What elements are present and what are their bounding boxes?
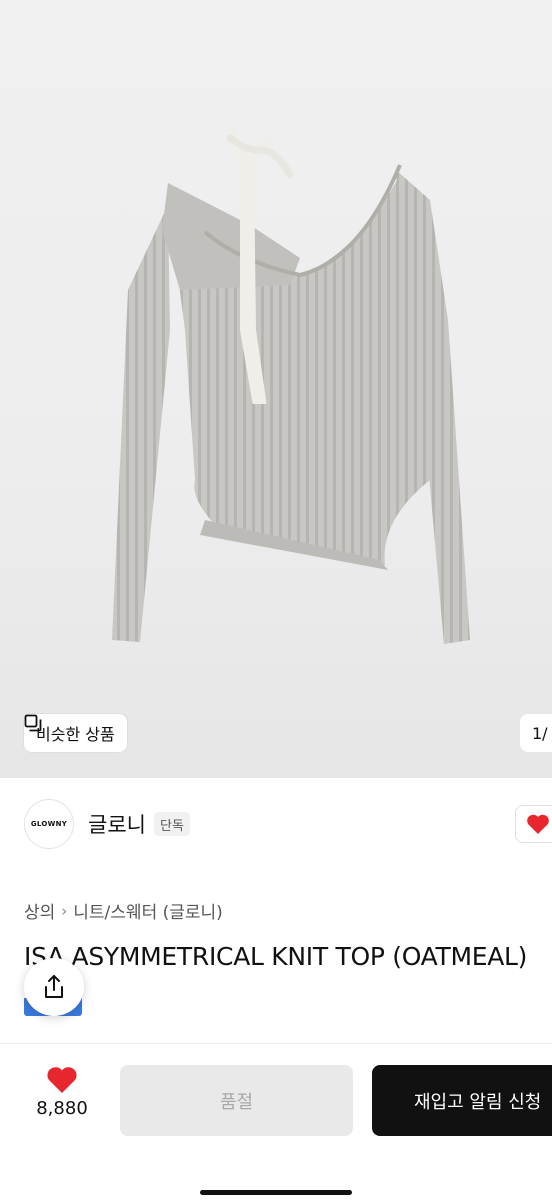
heart-icon <box>47 1067 77 1093</box>
similar-products-button[interactable]: 비슷한 상품 <box>24 714 127 752</box>
exclusive-badge: 단독 <box>154 812 190 836</box>
breadcrumb: 상의 › 니트/스웨터 (글로니) <box>24 898 223 924</box>
like-count: 8,880 <box>36 1098 88 1119</box>
restock-alert-button[interactable]: 재입고 알림 신청 <box>372 1065 552 1136</box>
chevron-right-icon: › <box>61 901 68 920</box>
share-icon <box>45 975 63 998</box>
image-counter: 1/ <box>520 714 552 752</box>
brand-logo[interactable]: GLOWNY <box>24 799 74 849</box>
heart-icon <box>527 814 549 834</box>
home-indicator <box>200 1190 352 1195</box>
breadcrumb-subcategory[interactable]: 니트/스웨터 (글로니) <box>73 898 223 923</box>
product-image-gallery[interactable]: 비슷한 상품 1/ <box>0 0 552 778</box>
soldout-button[interactable]: 품절 <box>120 1065 353 1136</box>
product-title: ISA ASYMMETRICAL KNIT TOP (OATMEAL) <box>24 942 528 971</box>
product-photo <box>112 128 470 644</box>
copy-icon <box>24 714 42 732</box>
breadcrumb-category[interactable]: 상의 <box>24 898 55 923</box>
share-button[interactable] <box>24 958 84 1016</box>
brand-like-button[interactable] <box>515 805 552 843</box>
divider <box>0 1043 552 1044</box>
like-button[interactable]: 8,880 <box>24 1066 100 1136</box>
similar-products-label: 비슷한 상품 <box>36 725 115 744</box>
brand-name[interactable]: 글로니 <box>88 809 146 839</box>
brand-row[interactable]: GLOWNY 글로니 단독 <box>0 779 552 869</box>
